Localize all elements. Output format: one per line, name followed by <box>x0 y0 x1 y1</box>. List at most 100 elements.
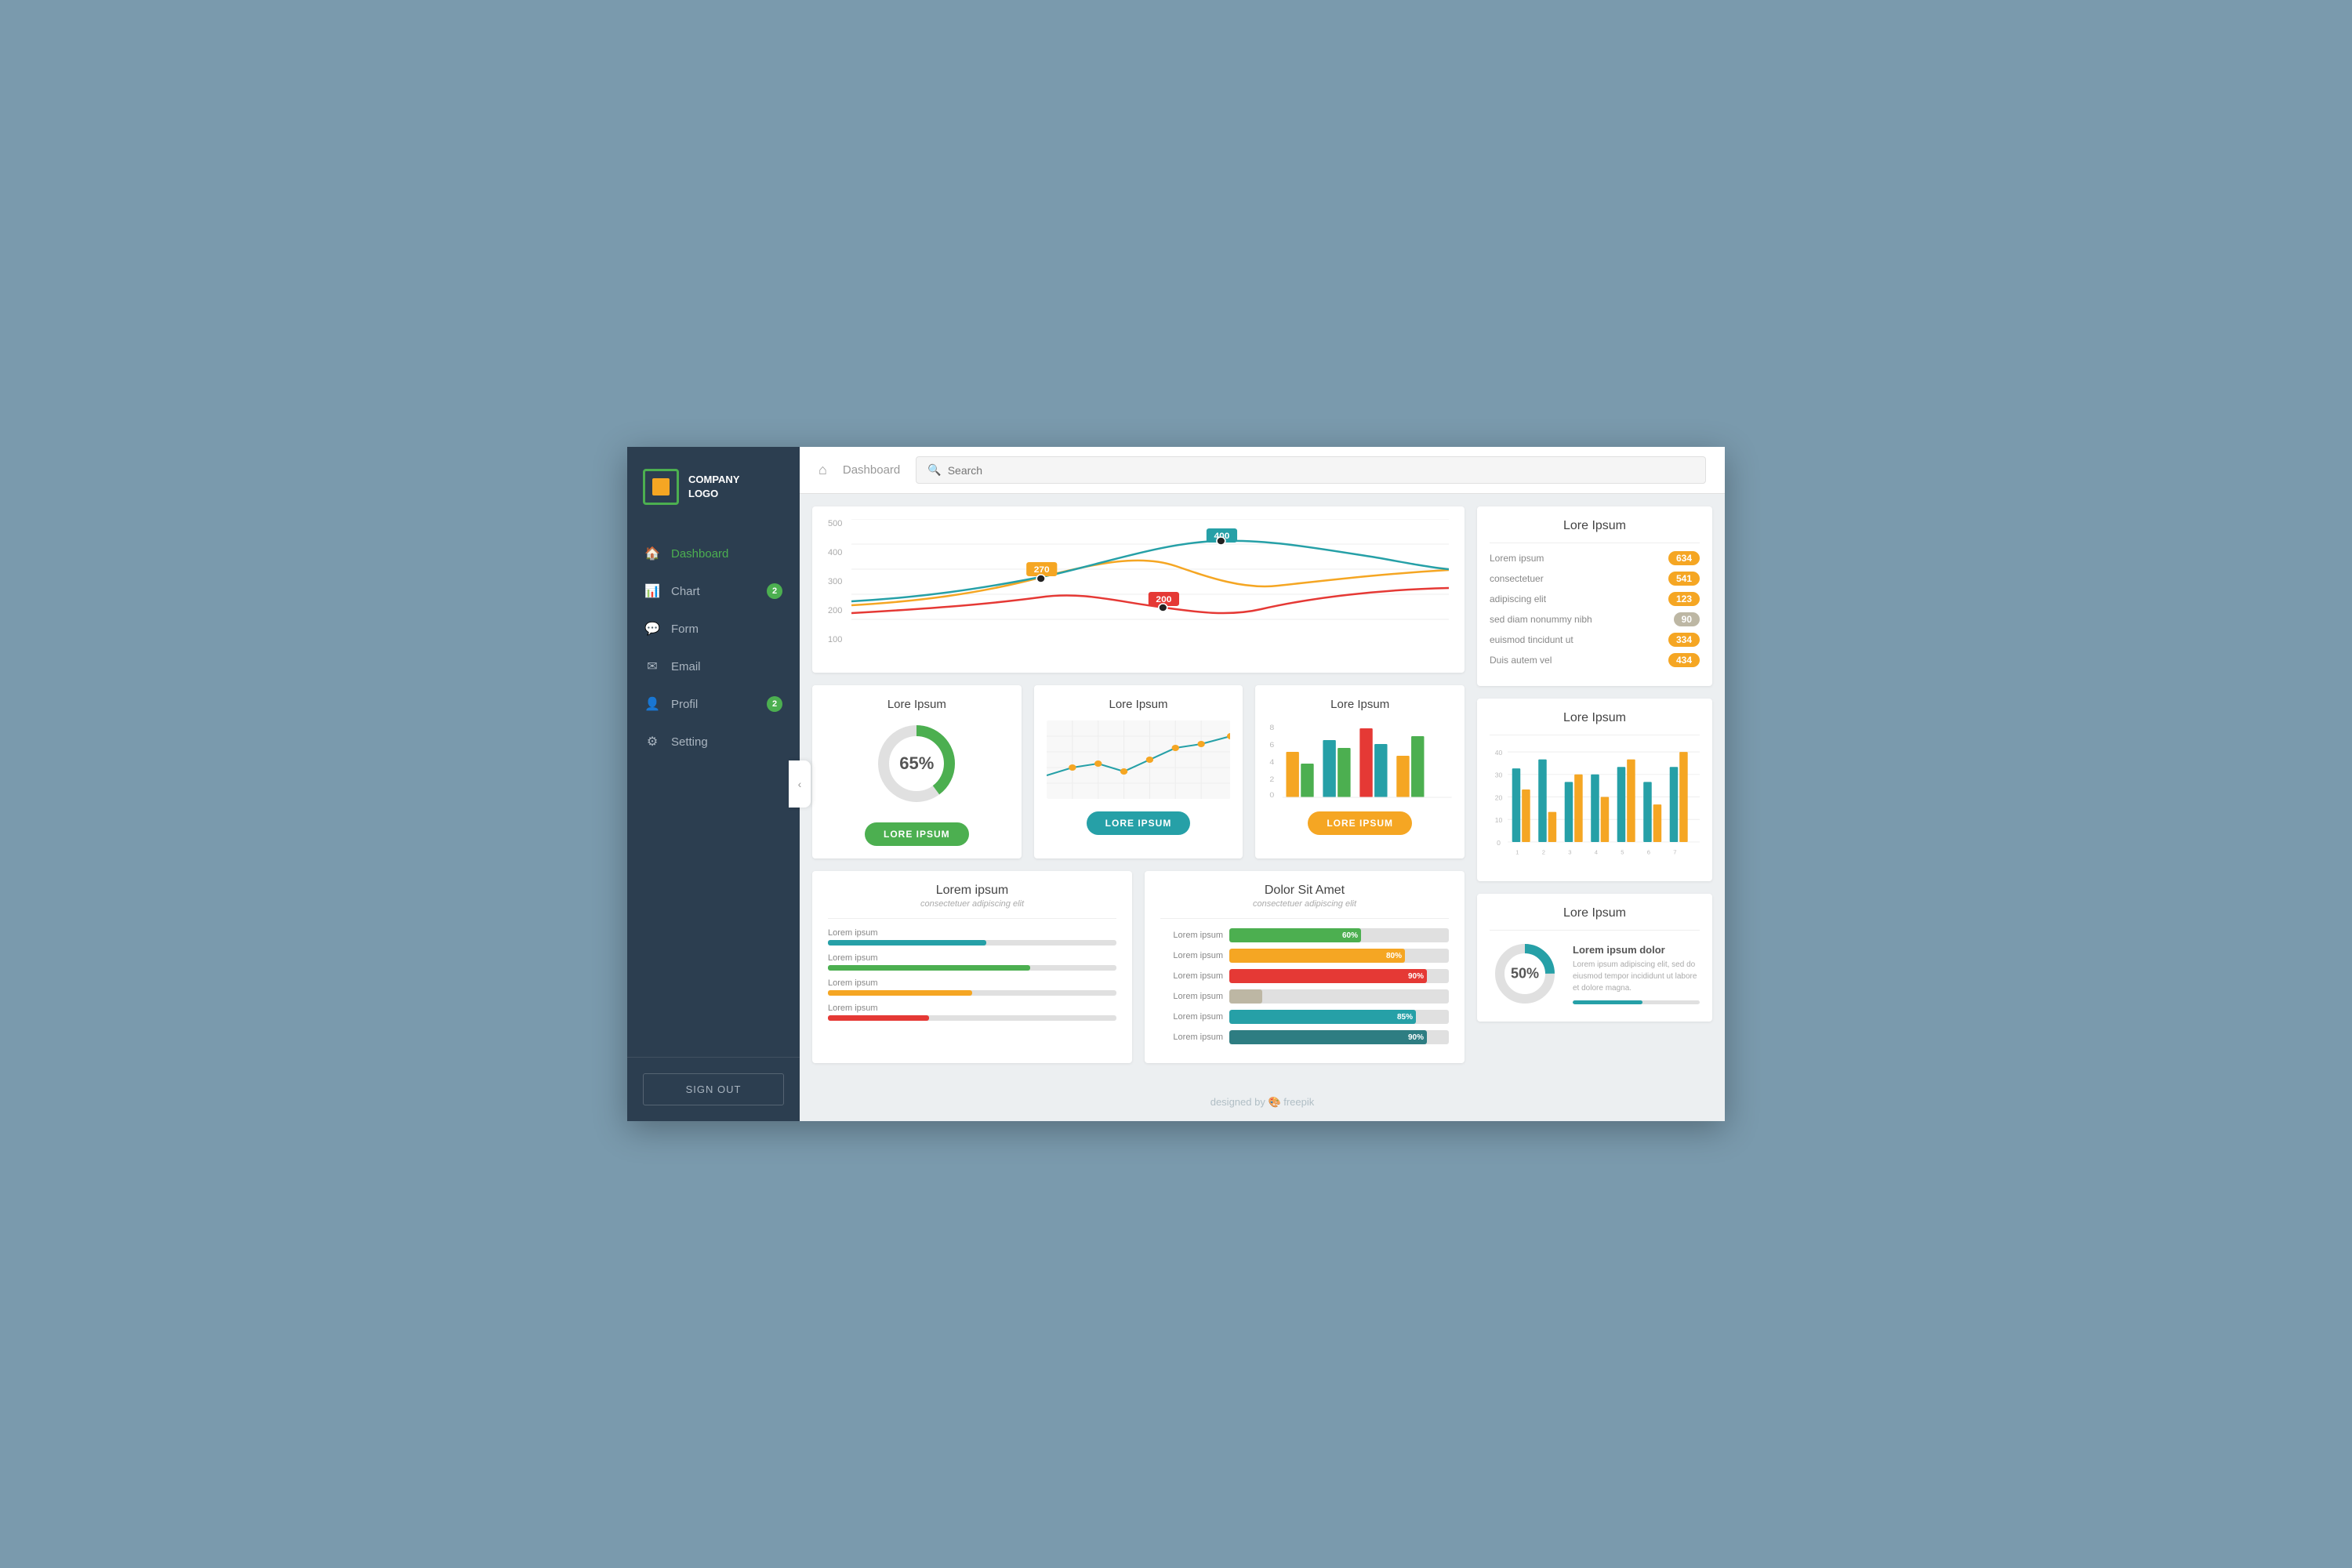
hbars-divider <box>1160 918 1449 919</box>
sidebar: COMPANY LOGO 🏠 Dashboard 📊 Chart 2 💬 For… <box>627 447 800 1121</box>
signout-button[interactable]: SIGN OUT <box>643 1073 784 1105</box>
hbar-row-2: Lorem ipsum 80% <box>1160 949 1449 963</box>
grouped-bar-svg: 40 30 20 10 0 <box>1490 743 1700 869</box>
rc-row-label-6: Duis autem vel <box>1490 655 1552 666</box>
mini-line-svg <box>1047 720 1231 799</box>
three-card-row: Lore Ipsum 65% LORE IPSUM Lore Ipsum <box>812 685 1465 858</box>
hbar-val-5: 85% <box>1397 1013 1413 1022</box>
line-chart-svg: 270 200 400 <box>851 519 1449 644</box>
donut50-text: Lorem ipsum dolor Lorem ipsum adipiscing… <box>1573 944 1700 1004</box>
hbar-row-1: Lorem ipsum 60% <box>1160 928 1449 942</box>
svg-text:2: 2 <box>1270 776 1275 784</box>
home-icon[interactable]: ⌂ <box>818 462 827 478</box>
rc-badge-6: 434 <box>1668 653 1700 667</box>
line-chart-area: 500 400 300 200 100 <box>828 519 1449 660</box>
mini-bar-chart: 8 6 4 2 0 <box>1268 720 1452 799</box>
two-card-row: Lorem ipsum consectetuer adipiscing elit… <box>812 871 1465 1063</box>
hbar-fill-3: 90% <box>1229 969 1427 983</box>
y-label-500: 500 <box>828 519 851 528</box>
progress-bars-card: Lorem ipsum consectetuer adipiscing elit… <box>812 871 1132 1063</box>
hbar-row-5: Lorem ipsum 85% <box>1160 1010 1449 1024</box>
progress-fill-3 <box>828 990 972 996</box>
hbar-label-2: Lorem ipsum <box>1160 951 1223 960</box>
center-column: 500 400 300 200 100 <box>812 506 1465 1071</box>
profil-badge: 2 <box>767 696 782 712</box>
hbars-list: Lorem ipsum 60% Lorem ipsum <box>1160 928 1449 1044</box>
progress-bg-3 <box>828 990 1116 996</box>
hbar-track-5: 85% <box>1229 1010 1449 1024</box>
card-mini-line: Lore Ipsum <box>1034 685 1243 858</box>
search-input[interactable] <box>948 464 1694 477</box>
sidebar-item-form[interactable]: 💬 Form <box>627 610 800 648</box>
progress-bars-title: Lorem ipsum <box>828 884 1116 898</box>
progress-label-4: Lorem ipsum <box>828 1004 1116 1013</box>
card-mini-bar: Lore Ipsum 8 6 4 2 0 <box>1255 685 1465 858</box>
rc-grouped-bar-title: Lore Ipsum <box>1490 711 1700 725</box>
search-bar: 🔍 <box>916 456 1706 484</box>
svg-text:5: 5 <box>1621 848 1624 855</box>
progress-row-2: Lorem ipsum <box>828 953 1116 971</box>
sidebar-item-profil[interactable]: 👤 Profil 2 <box>627 685 800 723</box>
svg-text:270: 270 <box>1034 565 1050 574</box>
profil-icon: 👤 <box>644 696 660 712</box>
hbar-fill-1: 60% <box>1229 928 1361 942</box>
sidebar-signout: SIGN OUT <box>627 1057 800 1121</box>
hbar-fill-2: 80% <box>1229 949 1405 963</box>
rc-list-title: Lore Ipsum <box>1490 519 1700 533</box>
rc-badge-1: 634 <box>1668 551 1700 565</box>
svg-text:8: 8 <box>1270 724 1275 732</box>
progress-label-1: Lorem ipsum <box>828 928 1116 938</box>
rc-list-row-6: Duis autem vel 434 <box>1490 653 1700 667</box>
rc-row-label-3: adipiscing elit <box>1490 593 1546 604</box>
sidebar-item-chart[interactable]: 📊 Chart 2 <box>627 572 800 610</box>
sidebar-collapse-handle[interactable]: ‹ <box>789 760 811 808</box>
progress-row-3: Lorem ipsum <box>828 978 1116 996</box>
y-axis: 500 400 300 200 100 <box>828 519 851 644</box>
grouped-bar-chart: 40 30 20 10 0 <box>1490 743 1700 869</box>
rc-row-label-2: consectetuer <box>1490 573 1544 584</box>
sidebar-item-setting[interactable]: ⚙ Setting <box>627 723 800 760</box>
hbar-track-3: 90% <box>1229 969 1449 983</box>
rc-list-row-5: euismod tincidunt ut 334 <box>1490 633 1700 647</box>
profil-label: Profil <box>671 698 756 711</box>
dashboard-label: Dashboard <box>671 547 782 561</box>
progress-row-1: Lorem ipsum <box>828 928 1116 946</box>
card-mini-bar-title: Lore Ipsum <box>1330 698 1389 711</box>
rc-donut50-divider <box>1490 930 1700 931</box>
header: ⌂ Dashboard 🔍 <box>800 447 1725 494</box>
hbar-track-4 <box>1229 989 1449 1004</box>
card-mini-line-title: Lore Ipsum <box>1109 698 1167 711</box>
card-donut-button[interactable]: LORE IPSUM <box>865 822 969 846</box>
sidebar-item-dashboard[interactable]: 🏠 Dashboard <box>627 535 800 572</box>
svg-text:10: 10 <box>1495 816 1503 824</box>
card-donut-title: Lore Ipsum <box>887 698 946 711</box>
progress-bars-list: Lorem ipsum Lorem ipsum <box>828 928 1116 1021</box>
rc-badge-3: 123 <box>1668 592 1700 606</box>
hbar-val-1: 60% <box>1342 931 1358 940</box>
y-label-100: 100 <box>828 635 851 644</box>
header-title: Dashboard <box>843 463 900 477</box>
rc-row-label-4: sed diam nonummy nibh <box>1490 614 1592 625</box>
hbar-fill-6: 90% <box>1229 1030 1427 1044</box>
hbar-fill-4 <box>1229 989 1262 1004</box>
rc-list-row-2: consectetuer 541 <box>1490 572 1700 586</box>
rc-donut50-title: Lore Ipsum <box>1490 906 1700 920</box>
rc-card-list: Lore Ipsum Lorem ipsum 634 consectetuer … <box>1477 506 1712 686</box>
card-mini-line-button[interactable]: LORE IPSUM <box>1087 811 1191 835</box>
donut50-text-title: Lorem ipsum dolor <box>1573 944 1700 956</box>
content-area: 500 400 300 200 100 <box>800 494 1725 1083</box>
hbars-subtitle: consectetuer adipiscing elit <box>1160 899 1449 909</box>
progress-bars-divider <box>828 918 1116 919</box>
hbar-label-4: Lorem ipsum <box>1160 992 1223 1001</box>
hbar-row-4: Lorem ipsum <box>1160 989 1449 1004</box>
donut50-container: 50% <box>1490 938 1560 1009</box>
sidebar-item-email[interactable]: ✉ Email <box>627 648 800 685</box>
main-content: ⌂ Dashboard 🔍 500 400 300 200 <box>800 447 1725 1121</box>
search-icon: 🔍 <box>927 463 941 477</box>
card-mini-bar-button[interactable]: LORE IPSUM <box>1308 811 1412 835</box>
donut-percent-label: 65% <box>899 753 934 774</box>
hbar-val-3: 90% <box>1408 972 1424 981</box>
svg-text:3: 3 <box>1568 848 1571 855</box>
hbar-val-2: 80% <box>1386 952 1402 960</box>
svg-text:0: 0 <box>1270 792 1275 799</box>
